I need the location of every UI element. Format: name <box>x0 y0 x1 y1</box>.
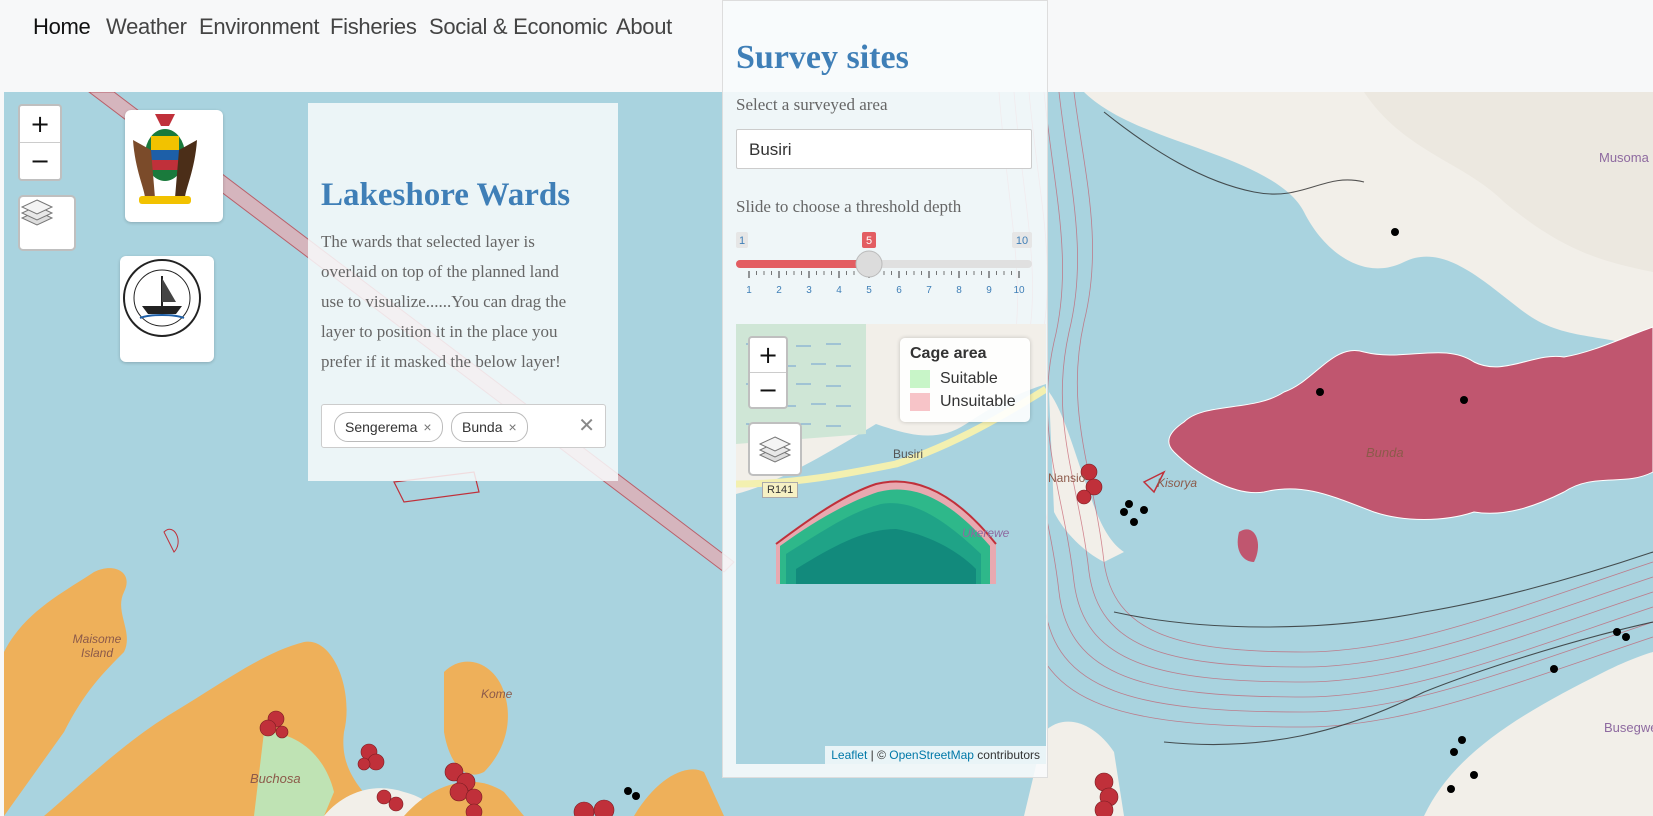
legend-item-suitable: Suitable <box>910 370 998 388</box>
nav-home[interactable]: Home <box>33 14 91 40</box>
nav-weather[interactable]: Weather <box>106 14 187 40</box>
wards-title: Lakeshore Wards <box>321 177 571 213</box>
area-select-input[interactable]: Busiri <box>736 129 1032 169</box>
legend-label: Unsuitable <box>940 393 1016 411</box>
slider-fill <box>736 260 869 268</box>
tanzania-coat-of-arms-logo <box>125 110 223 222</box>
remove-tag-icon[interactable]: × <box>508 419 516 435</box>
minimap-layers-button[interactable] <box>748 422 802 476</box>
fisheries-emblem-icon <box>123 259 201 337</box>
minimap-zoom-out-button[interactable]: − <box>750 373 786 407</box>
slider-tick-label: 7 <box>926 285 932 296</box>
map-zoom-control: + − <box>18 104 62 181</box>
survey-title: Survey sites <box>736 39 909 76</box>
ward-tag-sengerema: Sengerema × <box>334 412 443 442</box>
threshold-label: Slide to choose a threshold depth <box>736 197 962 216</box>
osm-link[interactable]: OpenStreetMap <box>889 748 974 762</box>
zoom-out-button[interactable]: − <box>20 143 60 179</box>
label-busegwe: Busegwe <box>1604 720 1653 735</box>
threshold-slider[interactable]: 1 10 5 1 2 3 4 5 6 7 8 9 10 <box>736 227 1032 307</box>
label-maisome: Maisome Island <box>72 632 122 660</box>
layers-icon <box>20 199 54 226</box>
slider-tick-label: 4 <box>836 285 842 296</box>
slider-tick-label: 1 <box>746 285 752 296</box>
area-select-label: Select a surveyed area <box>736 95 888 114</box>
slider-min-value: 1 <box>739 235 745 247</box>
nav-fisheries[interactable]: Fisheries <box>330 14 417 40</box>
ward-tag-label: Sengerema <box>345 419 418 435</box>
attribution-separator: | © <box>867 748 890 762</box>
attribution-rest: contributors <box>973 748 1040 762</box>
slider-max-value: 10 <box>1016 235 1028 247</box>
label-bunda: Bunda <box>1366 445 1404 460</box>
minimap-place-label: Busiri <box>893 447 924 461</box>
nav-about[interactable]: About <box>616 14 672 40</box>
leaflet-link[interactable]: Leaflet <box>831 748 867 762</box>
legend-item-unsuitable: Unsuitable <box>910 393 1016 411</box>
slider-current-value: 5 <box>866 235 872 247</box>
slider-ticks: 1 2 3 4 5 6 7 8 9 10 <box>746 271 1025 296</box>
slider-svg: 1 10 5 1 2 3 4 5 6 7 8 9 10 <box>736 232 1032 296</box>
wards-description: The wards that selected layer is overlai… <box>321 232 567 371</box>
minimap-zoom-control: + − <box>748 336 788 409</box>
map-attribution: Leaflet | © OpenStreetMap contributors <box>825 746 1046 764</box>
lakeshore-wards-panel[interactable]: Lakeshore Wards The wards that selected … <box>308 103 618 481</box>
clear-selection-icon[interactable]: ✕ <box>578 413 595 438</box>
slider-tick-label: 10 <box>1013 285 1025 296</box>
ward-tag-label: Bunda <box>462 419 503 435</box>
fisheries-institute-logo <box>120 256 214 362</box>
minimap-ukerewe-label: Ukerewe <box>962 526 1010 540</box>
remove-tag-icon[interactable]: × <box>423 419 431 435</box>
label-buchosa: Buchosa <box>250 771 301 786</box>
slider-tick-label: 2 <box>776 285 782 296</box>
zoom-in-button[interactable]: + <box>20 106 60 143</box>
slider-tick-label: 9 <box>986 285 992 296</box>
coat-of-arms-icon <box>133 114 197 204</box>
road-shield-r141: R141 <box>762 482 799 498</box>
ward-tag-bunda: Bunda × <box>451 412 528 442</box>
label-nansio: Nansio <box>1048 471 1086 485</box>
unsuitable-swatch <box>910 393 930 411</box>
ward-multiselect[interactable]: Sengerema × Bunda × ✕ <box>321 404 606 448</box>
cage-area-legend: Cage area Suitable Unsuitable <box>900 338 1030 422</box>
slider-tick-label: 6 <box>896 285 902 296</box>
survey-minimap[interactable]: Busiri R141 Ukerewe + − Cage area Suitab… <box>736 324 1046 764</box>
suitable-swatch <box>910 370 930 388</box>
layers-button[interactable] <box>18 195 76 251</box>
slider-tick-label: 5 <box>866 285 872 296</box>
nav-social-economic[interactable]: Social & Economic <box>429 14 608 40</box>
layers-icon <box>758 436 792 463</box>
slider-tick-label: 8 <box>956 285 962 296</box>
legend-title: Cage area <box>910 345 987 362</box>
label-kome: Kome <box>481 687 513 701</box>
label-kisorya: Kisorya <box>1157 476 1198 490</box>
nav-environment[interactable]: Environment <box>199 14 320 40</box>
legend-label: Suitable <box>940 370 998 388</box>
label-musoma: Musoma <box>1599 150 1649 165</box>
slider-handle[interactable] <box>855 250 883 278</box>
survey-sites-panel[interactable]: Survey sites Select a surveyed area Busi… <box>722 0 1048 778</box>
slider-tick-label: 3 <box>806 285 812 296</box>
minimap-zoom-in-button[interactable]: + <box>750 338 786 373</box>
